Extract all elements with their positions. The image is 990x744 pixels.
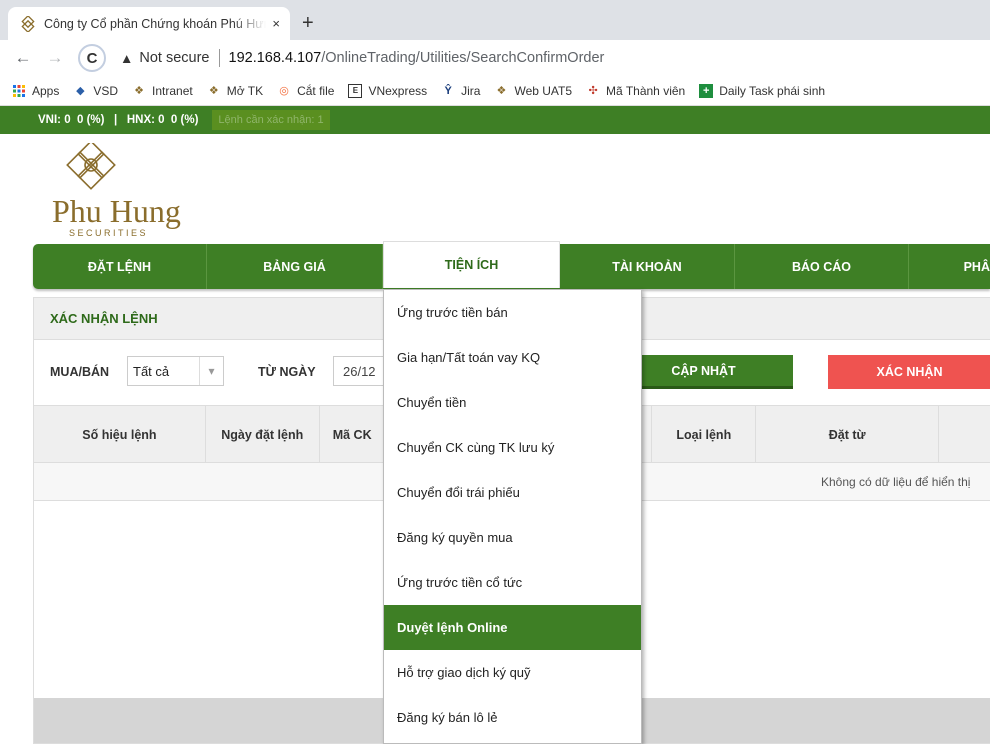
col-placed-from[interactable]: Đặt từ xyxy=(756,406,940,463)
from-date-label: TỪ NGÀY xyxy=(258,365,316,379)
market-index-bar: VNI: 0 0 (%) | HNX: 0 0 (%) Lệnh cần xác… xyxy=(0,106,990,134)
from-date-value: 26/12 xyxy=(343,363,376,379)
bookmarks-bar: Apps ◆ VSD ❖ Intranet ❖ Mở TK ◎ Cắt file… xyxy=(0,76,990,106)
cut-file-icon: ◎ xyxy=(279,85,289,97)
empty-message: Không có dữ liệu để hiển thị xyxy=(821,475,971,489)
bookmark-label: Apps xyxy=(32,83,60,98)
buysell-label: MUA/BÁN xyxy=(50,365,110,379)
vnexpress-icon: E xyxy=(348,83,363,98)
phuhung-favicon-icon xyxy=(21,15,35,32)
buysell-value: Tất cả xyxy=(133,363,170,379)
bookmark-label: Web UAT5 xyxy=(514,83,573,98)
browser-tabstrip: Công ty Cổ phần Chứng khoán Phú Hưng × + xyxy=(0,0,990,40)
tab-close-icon[interactable]: × xyxy=(272,16,280,31)
nav-bang-gia[interactable]: BẢNG GIÁ xyxy=(207,244,383,289)
bookmark-vnexpress[interactable]: E VNexpress xyxy=(348,83,428,98)
menu-item-ban-lo-le[interactable]: Đăng ký bán lô lẻ xyxy=(384,695,641,740)
phuhung-icon: ❖ xyxy=(208,85,219,97)
col-order-number[interactable]: Số hiệu lệnh xyxy=(34,406,206,463)
nav-dat-lenh[interactable]: ĐẶT LỆNH xyxy=(33,244,207,289)
chevron-down-icon[interactable]: ▾ xyxy=(199,357,223,385)
bookmark-label: Intranet xyxy=(152,83,193,98)
bookmark-label: VSD xyxy=(93,83,119,98)
forward-arrow-icon[interactable]: → xyxy=(46,48,64,68)
menu-item-ho-tro-ky-quy[interactable]: Hỗ trợ giao dịch ký quỹ xyxy=(384,650,641,695)
logo-sub-text: SECURITIES xyxy=(69,228,149,238)
col-more[interactable] xyxy=(939,406,990,463)
menu-item-gia-han-vay[interactable]: Gia hạn/Tất toán vay KQ xyxy=(384,335,641,380)
plus-box-icon: + xyxy=(699,83,714,98)
menu-item-duyet-lenh-online[interactable]: Duyệt lệnh Online xyxy=(384,605,641,650)
url-path: /OnlineTrading/Utilities/SearchConfirmOr… xyxy=(321,50,605,66)
bookmark-label: Cắt file xyxy=(297,83,335,98)
address-bar[interactable]: 192.168.4.107/OnlineTrading/Utilities/Se… xyxy=(229,50,605,66)
reload-icon[interactable]: C xyxy=(78,44,106,72)
browser-toolbar: ← → C ▲ Not secure 192.168.4.107/OnlineT… xyxy=(0,40,990,76)
bookmark-label: Mở TK xyxy=(226,83,264,98)
bookmark-label: Mã Thành viên xyxy=(606,83,686,98)
logo-emblem-icon xyxy=(66,143,116,190)
phuhung-icon: ❖ xyxy=(134,85,144,97)
new-tab-icon[interactable]: + xyxy=(302,13,314,33)
bookmark-vsd[interactable]: ◆ VSD xyxy=(73,84,118,98)
col-order-date[interactable]: Ngày đặt lệnh xyxy=(206,406,320,463)
menu-item-chuyen-doi-trai-phieu[interactable]: Chuyển đổi trái phiếu xyxy=(384,470,641,515)
warning-icon[interactable]: ▲ xyxy=(120,51,133,66)
bookmark-mo-tk[interactable]: ❖ Mở TK xyxy=(207,84,263,98)
main-nav: ĐẶT LỆNH BẢNG GIÁ TIỆN ÍCH TÀI KHOẢN BÁO… xyxy=(33,241,990,289)
col-stock-code[interactable]: Mã CK xyxy=(320,406,386,463)
bookmark-daily-task[interactable]: + Daily Task phái sinh xyxy=(699,83,826,98)
bookmark-label: Jira xyxy=(461,83,481,98)
apps-grid-icon xyxy=(13,84,25,97)
web-page: VNI: 0 0 (%) | HNX: 0 0 (%) Lệnh cần xác… xyxy=(0,106,990,744)
bookmark-apps[interactable]: Apps xyxy=(12,84,59,98)
nav-tai-khoan[interactable]: TÀI KHOẢN xyxy=(560,244,735,289)
member-icon: ✣ xyxy=(588,85,598,97)
back-arrow-icon[interactable]: ← xyxy=(14,48,32,68)
tien-ich-dropdown-menu: Ứng trước tiền bán Gia hạn/Tất toán vay … xyxy=(383,289,642,744)
nav-bao-cao[interactable]: BÁO CÁO xyxy=(735,244,909,289)
bookmark-cat-file[interactable]: ◎ Cắt file xyxy=(277,84,334,98)
logo-brand-text: Phu Hung xyxy=(52,193,181,229)
nav-tien-ich[interactable]: TIỆN ÍCH xyxy=(383,241,560,288)
bookmark-ma-thanh-vien[interactable]: ✣ Mã Thành viên xyxy=(586,84,685,98)
security-status[interactable]: Not secure xyxy=(139,50,209,66)
menu-item-ung-truoc-tien-ban[interactable]: Ứng trước tiền bán xyxy=(384,290,641,335)
bookmark-jira[interactable]: Ŷ Jira xyxy=(441,84,480,98)
bookmark-web-uat5[interactable]: ❖ Web UAT5 xyxy=(494,83,573,98)
address-separator xyxy=(218,49,220,67)
menu-item-dang-ky-quyen-mua[interactable]: Đăng ký quyền mua xyxy=(384,515,641,560)
bookmark-intranet[interactable]: ❖ Intranet xyxy=(132,84,193,98)
tab-title: Công ty Cổ phần Chứng khoán Phú Hưng xyxy=(44,16,267,31)
url-host: 192.168.4.107 xyxy=(228,50,322,66)
menu-item-ung-truoc-co-tuc[interactable]: Ứng trước tiền cổ tức xyxy=(384,560,641,605)
company-logo[interactable]: Phu Hung SECURITIES xyxy=(50,143,210,238)
phuhung-icon: ❖ xyxy=(496,85,507,97)
pending-confirm-badge[interactable]: Lệnh cần xác nhận: 1 xyxy=(212,110,330,130)
menu-item-chuyen-tien[interactable]: Chuyển tiền xyxy=(384,380,641,425)
market-index-text: VNI: 0 0 (%) | HNX: 0 0 (%) xyxy=(38,114,199,126)
browser-tab[interactable]: Công ty Cổ phần Chứng khoán Phú Hưng × xyxy=(8,7,290,40)
bookmark-label: VNexpress xyxy=(368,83,428,98)
buysell-select[interactable]: Tất cả ▾ xyxy=(127,356,224,386)
menu-item-chuyen-ck[interactable]: Chuyển CK cùng TK lưu ký xyxy=(384,425,641,470)
vsd-icon: ◆ xyxy=(76,85,85,97)
nav-more[interactable]: PHÂ xyxy=(909,244,990,289)
col-order-type[interactable]: Loại lệnh xyxy=(652,406,757,463)
bookmark-label: Daily Task phái sinh xyxy=(719,83,826,98)
confirm-button[interactable]: XÁC NHẬN xyxy=(828,355,990,389)
jira-icon: Ŷ xyxy=(444,84,452,97)
